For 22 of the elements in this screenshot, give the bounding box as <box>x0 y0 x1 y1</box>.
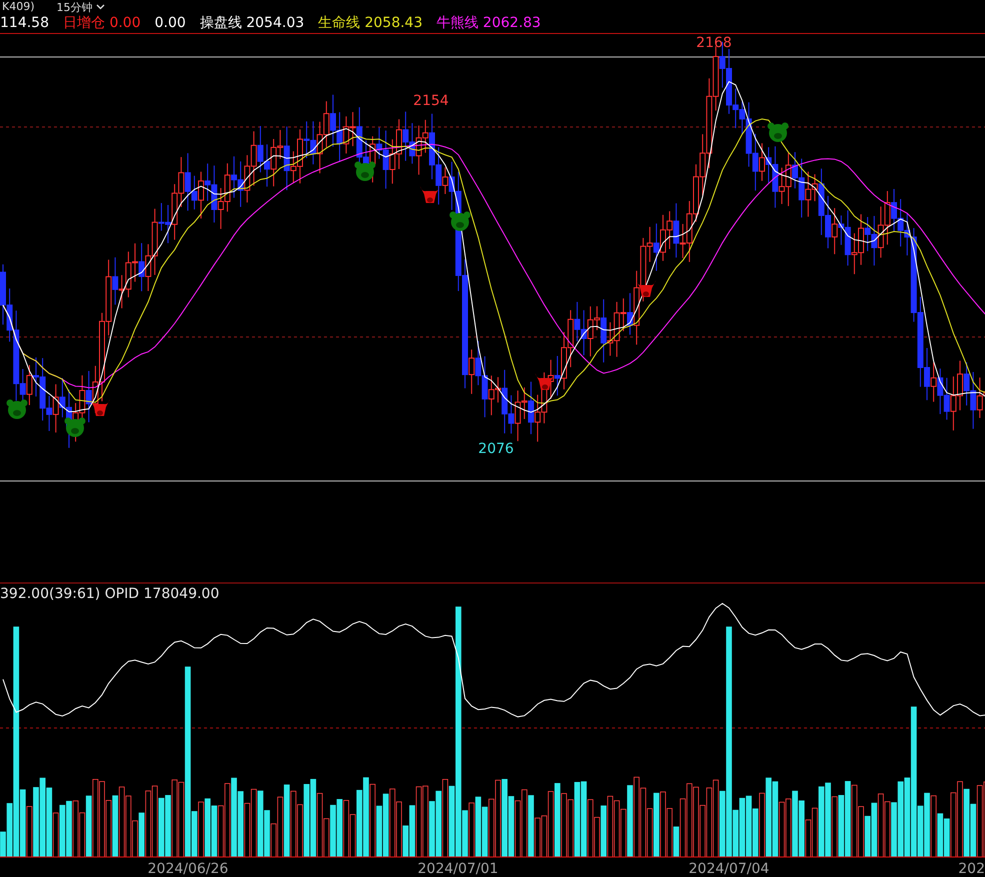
indicator-value: 日增仓 0.00 <box>63 14 141 33</box>
bear-head-icon <box>768 122 788 142</box>
bear-head-icon <box>450 212 470 231</box>
symbol-code: K409) <box>2 0 35 14</box>
indicator-readout: 392.00(39:61) OPID 178049.00 <box>0 586 220 602</box>
indicator-value: 生命线 2058.43 <box>318 14 422 33</box>
period-selector[interactable]: 15分钟 <box>56 0 105 14</box>
indicator-value: 114.58 <box>0 14 49 33</box>
bear-head-icon <box>6 400 28 419</box>
date-label: 2024/07/01 <box>418 861 498 877</box>
indicator-value: 操盘线 2054.03 <box>200 14 304 33</box>
price-label: 2076 <box>478 441 514 457</box>
price-label: 2154 <box>413 93 449 109</box>
indicator-value: 牛熊线 2062.83 <box>436 14 541 33</box>
bear-head-icon <box>64 418 86 437</box>
date-label: 2024/06/26 <box>148 861 228 877</box>
price-label: 2168 <box>696 35 732 51</box>
indicator-value: 0.00 <box>154 14 186 33</box>
chevron-down-icon <box>96 4 105 10</box>
date-label: 202 <box>958 861 985 877</box>
bear-head-icon <box>354 162 376 181</box>
date-label: 2024/07/04 <box>688 861 770 877</box>
